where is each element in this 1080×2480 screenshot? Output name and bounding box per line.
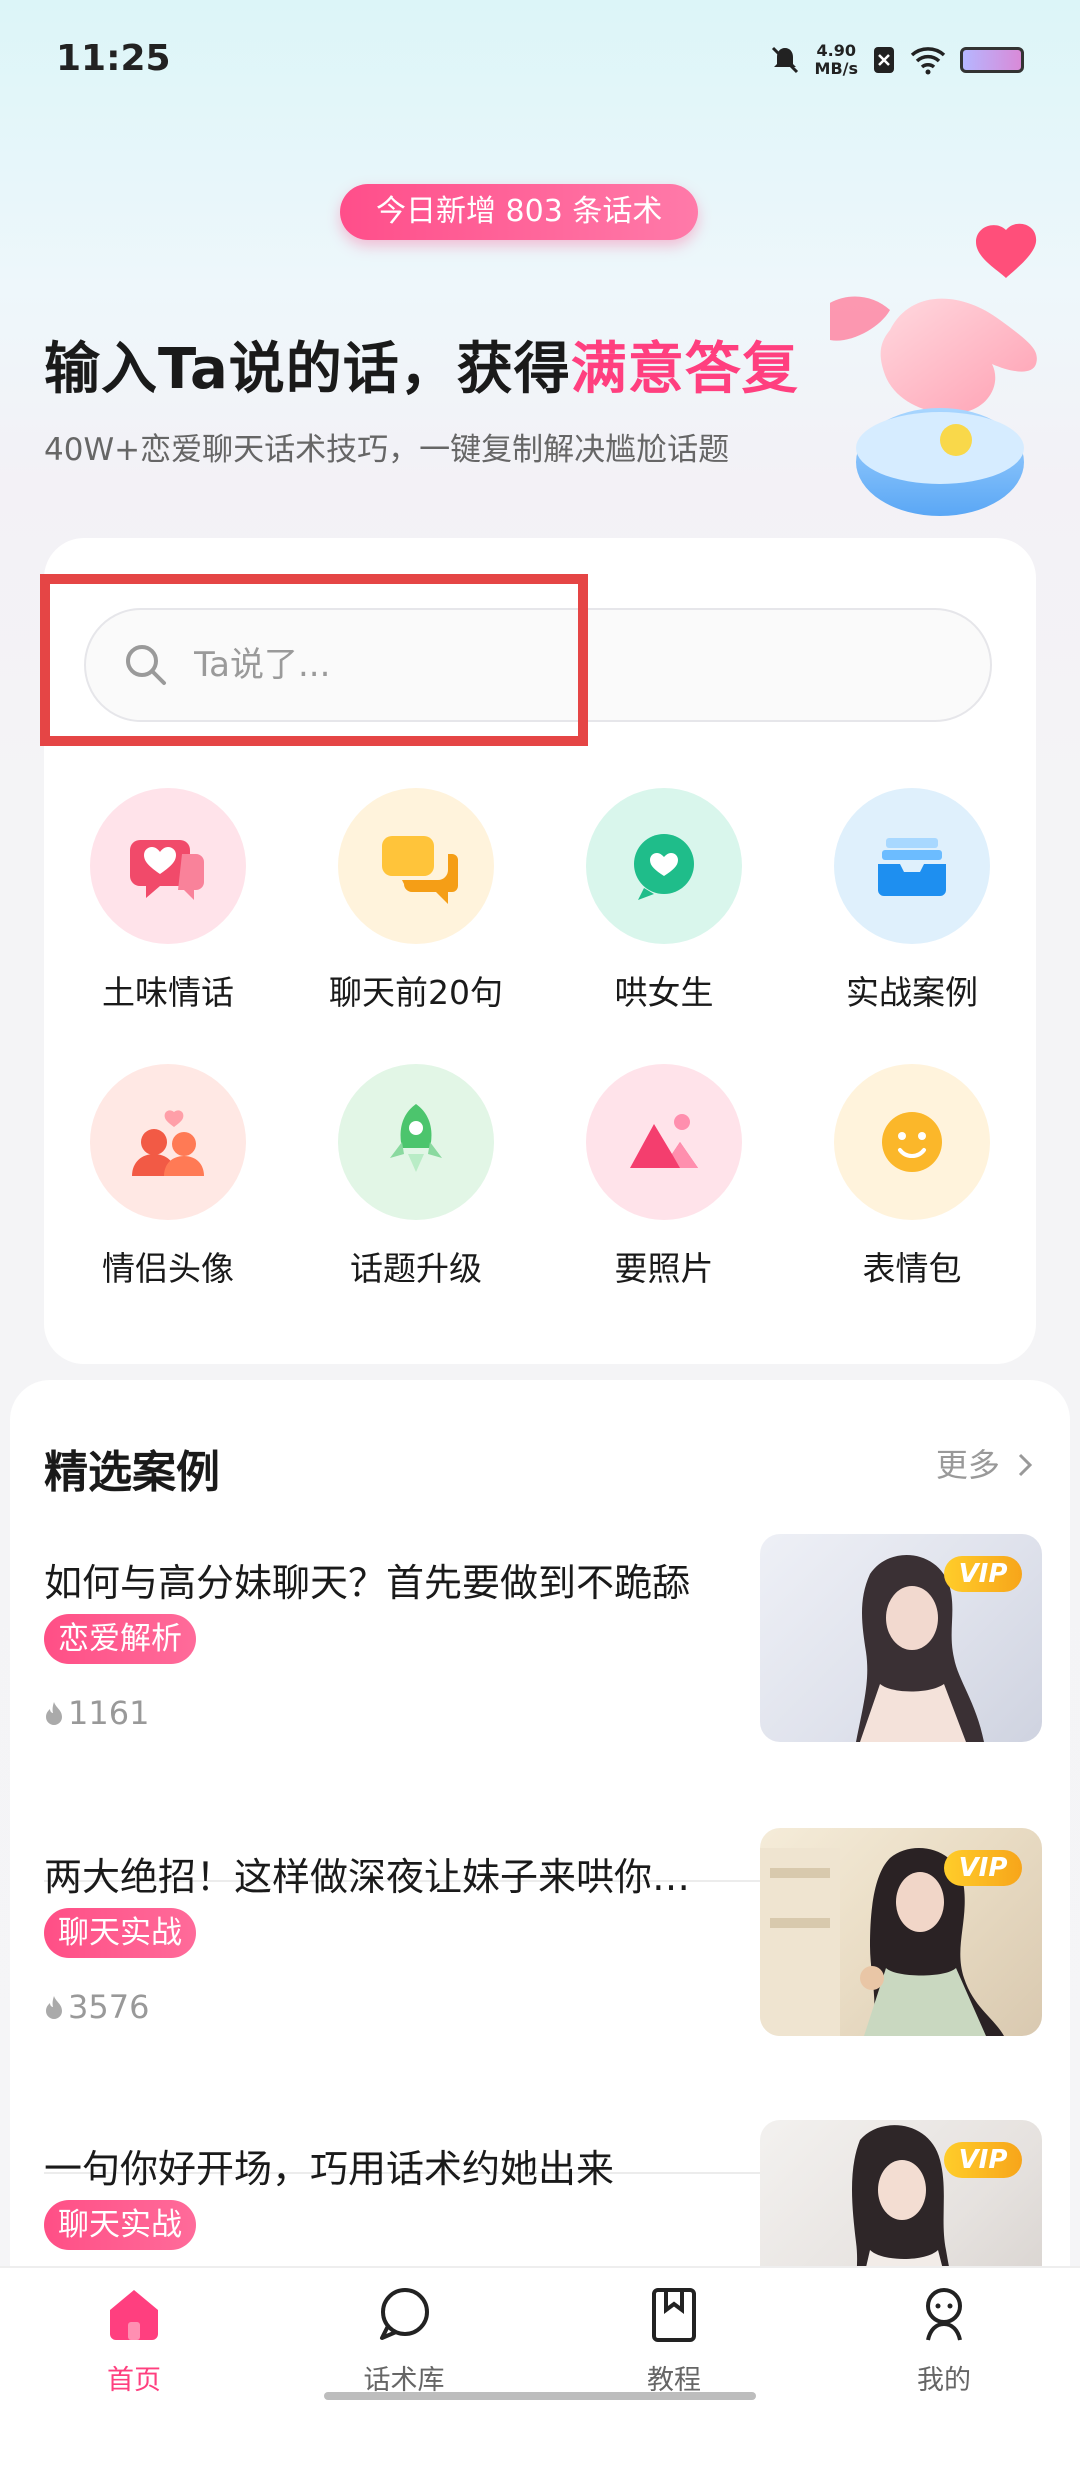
feature-item-pickup-lines[interactable]: 土味情话	[44, 788, 292, 1028]
status-time: 11:25	[56, 38, 171, 79]
feature-item-chat-20[interactable]: 聊天前20句	[292, 788, 540, 1028]
case-tag: 恋爱解析	[44, 1614, 196, 1664]
feature-label: 哄女生	[614, 973, 714, 1012]
sim-off-icon	[874, 47, 894, 73]
more-link[interactable]: 更多	[936, 1440, 1036, 1486]
tab-scripts[interactable]: 话术库	[304, 2278, 504, 2408]
tab-label: 我的	[917, 2365, 971, 2396]
view-count-value: 1161	[68, 1694, 150, 1732]
hero-title-main: 输入Ta说的话，获得	[44, 337, 571, 402]
picture-icon	[586, 1064, 742, 1220]
feature-label: 表情包	[862, 1249, 962, 1288]
home-icon	[110, 2290, 158, 2340]
network-speed: 4.90 MB/s	[815, 42, 858, 78]
fire-icon	[46, 1702, 62, 1725]
couple-icon	[90, 1064, 246, 1220]
hero-title: 输入Ta说的话，获得满意答复	[44, 324, 799, 405]
case-title: 两大绝招！这样做深夜让妹子来哄你…	[44, 1855, 691, 1899]
chat-icon	[380, 2288, 429, 2340]
tab-tutorials[interactable]: 教程	[574, 2278, 774, 2408]
tab-label: 首页	[107, 2365, 161, 2396]
mute-bell-icon	[771, 46, 798, 74]
bottom-tab-bar: 首页 话术库 教程 我的	[0, 2266, 1080, 2410]
view-count-value: 3576	[68, 1988, 150, 2026]
chevron-right-icon	[1018, 1453, 1033, 1477]
person-icon	[926, 2288, 962, 2341]
quick-card: 土味情话 聊天前20句	[40, 538, 1036, 1364]
battery-icon	[960, 47, 1024, 73]
feature-label: 情侣头像	[102, 1249, 234, 1288]
view-count: 3576	[44, 1988, 149, 2026]
wifi-icon	[910, 47, 946, 75]
feature-item-coax[interactable]: 哄女生	[540, 788, 788, 1028]
view-count: 1161	[44, 1694, 149, 1732]
fire-icon	[46, 1996, 62, 2019]
vip-badge: VIP	[944, 2142, 1022, 2178]
rocket-icon	[338, 1064, 494, 1220]
case-title: 一句你好开场，巧用话术约她出来	[44, 2147, 615, 2191]
vip-badge: VIP	[944, 1556, 1022, 1592]
chat-bubbles-icon	[338, 788, 494, 944]
bookmark-book-icon	[652, 2288, 696, 2342]
feature-item-cases[interactable]: 实战案例	[788, 788, 1036, 1028]
tab-profile[interactable]: 我的	[844, 2278, 1044, 2408]
feature-label: 要照片	[614, 1249, 714, 1288]
network-speed-unit: MB/s	[814, 59, 858, 78]
hero-title-accent: 满意答复	[570, 337, 799, 402]
section-title: 精选案例	[44, 1447, 220, 1498]
vip-badge: VIP	[944, 1850, 1022, 1886]
feature-label: 聊天前20句	[329, 973, 503, 1012]
status-bar: 11:25 4.90 MB/s	[0, 0, 1080, 120]
more-label: 更多	[935, 1446, 1000, 1484]
feature-item-ask-photo[interactable]: 要照片	[540, 1064, 788, 1304]
case-tag: 聊天实战	[44, 1908, 196, 1958]
hand-heart-illustration-icon	[830, 223, 1037, 516]
network-speed-value: 4.90	[816, 41, 856, 60]
tab-home[interactable]: 首页	[34, 2278, 234, 2408]
case-title: 如何与高分妹聊天？首先要做到不跪舔	[44, 1561, 691, 1605]
home-indicator	[324, 2392, 756, 2400]
feature-item-couple-avatar[interactable]: 情侣头像	[44, 1064, 292, 1304]
feature-item-topic-upgrade[interactable]: 话题升级	[292, 1064, 540, 1304]
case-item[interactable]: 两大绝招！这样做深夜让妹子来哄你… 聊天实战 3576 VIP	[44, 1828, 1044, 2124]
daily-new-badge: 今日新增 803 条话术	[340, 184, 699, 240]
case-item[interactable]: 如何与高分妹聊天？首先要做到不跪舔 恋爱解析 1161 VIP	[44, 1534, 1044, 1830]
status-icons: 4.90 MB/s	[769, 42, 1024, 78]
feature-label: 土味情话	[102, 973, 234, 1012]
smiley-icon	[834, 1064, 990, 1220]
feature-grid: 土味情话 聊天前20句 哄女生 实战案例 情侣头像 话题升级 要照片 表情包	[44, 788, 1036, 1348]
feature-label: 话题升级	[350, 1249, 482, 1288]
case-thumbnail: VIP	[760, 1534, 1042, 1742]
highlight-box	[40, 574, 588, 746]
hero-subtitle: 40W+恋爱聊天话术技巧，一键复制解决尴尬话题	[44, 432, 730, 468]
case-tag: 聊天实战	[44, 2200, 196, 2250]
heart-bubble-icon	[586, 788, 742, 944]
inbox-icon	[834, 788, 990, 944]
feature-label: 实战案例	[846, 973, 978, 1012]
feature-item-stickers[interactable]: 表情包	[788, 1064, 1036, 1304]
case-thumbnail: VIP	[760, 1828, 1042, 2036]
app-screen: 11:25 4.90 MB/s 今日新增 803 条话术 输入Ta说的话，获得满…	[0, 0, 1080, 2480]
heart-chat-icon	[90, 788, 246, 944]
